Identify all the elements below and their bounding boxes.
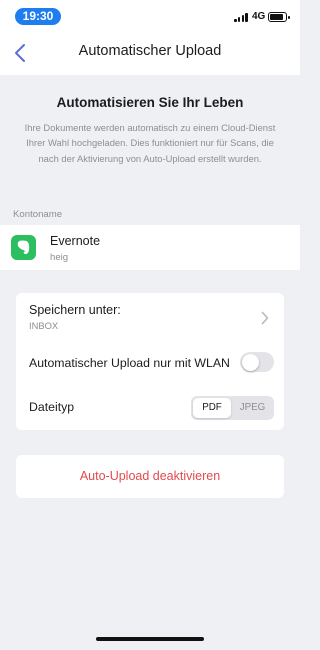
battery-icon	[268, 12, 290, 22]
account-username: heig	[50, 252, 69, 263]
file-type-pdf-option[interactable]: PDF	[193, 398, 231, 418]
signal-icon	[234, 13, 248, 22]
status-bar: 19:30 4G	[0, 0, 300, 30]
intro-description: Ihre Dokumente werden automatisch zu ein…	[24, 122, 276, 164]
status-time: 19:30	[15, 8, 61, 25]
wlan-only-label: Automatischer Upload nur mit WLAN	[29, 356, 230, 370]
save-location-row[interactable]: Speichern unter: INBOX	[16, 293, 284, 341]
wlan-only-row: Automatischer Upload nur mit WLAN	[16, 341, 284, 385]
save-location-label: Speichern unter:	[29, 303, 121, 317]
home-indicator	[96, 637, 204, 641]
evernote-icon	[11, 235, 36, 260]
file-type-jpeg-option[interactable]: JPEG	[233, 398, 272, 418]
intro-heading: Automatisieren Sie Ihr Leben	[56, 95, 244, 110]
file-type-row: Dateityp PDF JPEG	[16, 385, 284, 430]
settings-card: Speichern unter: INBOX Automatischer Upl…	[16, 293, 284, 430]
account-name: Evernote	[50, 234, 101, 248]
deactivate-auto-upload-button[interactable]: Auto-Upload deaktivieren	[16, 455, 284, 498]
chevron-right-icon	[261, 311, 269, 325]
account-row[interactable]: Evernote heig	[0, 225, 300, 270]
file-type-label: Dateityp	[29, 400, 75, 414]
wlan-only-toggle[interactable]	[240, 352, 274, 372]
page-title: Automatischer Upload	[78, 43, 222, 59]
save-location-value: INBOX	[29, 320, 59, 331]
network-label: 4G	[252, 11, 266, 22]
file-type-segmented-control: PDF JPEG	[191, 396, 274, 420]
account-section-label: Kontoname	[13, 209, 63, 220]
nav-bar: Automatischer Upload	[0, 30, 300, 75]
toggle-knob	[241, 353, 259, 371]
